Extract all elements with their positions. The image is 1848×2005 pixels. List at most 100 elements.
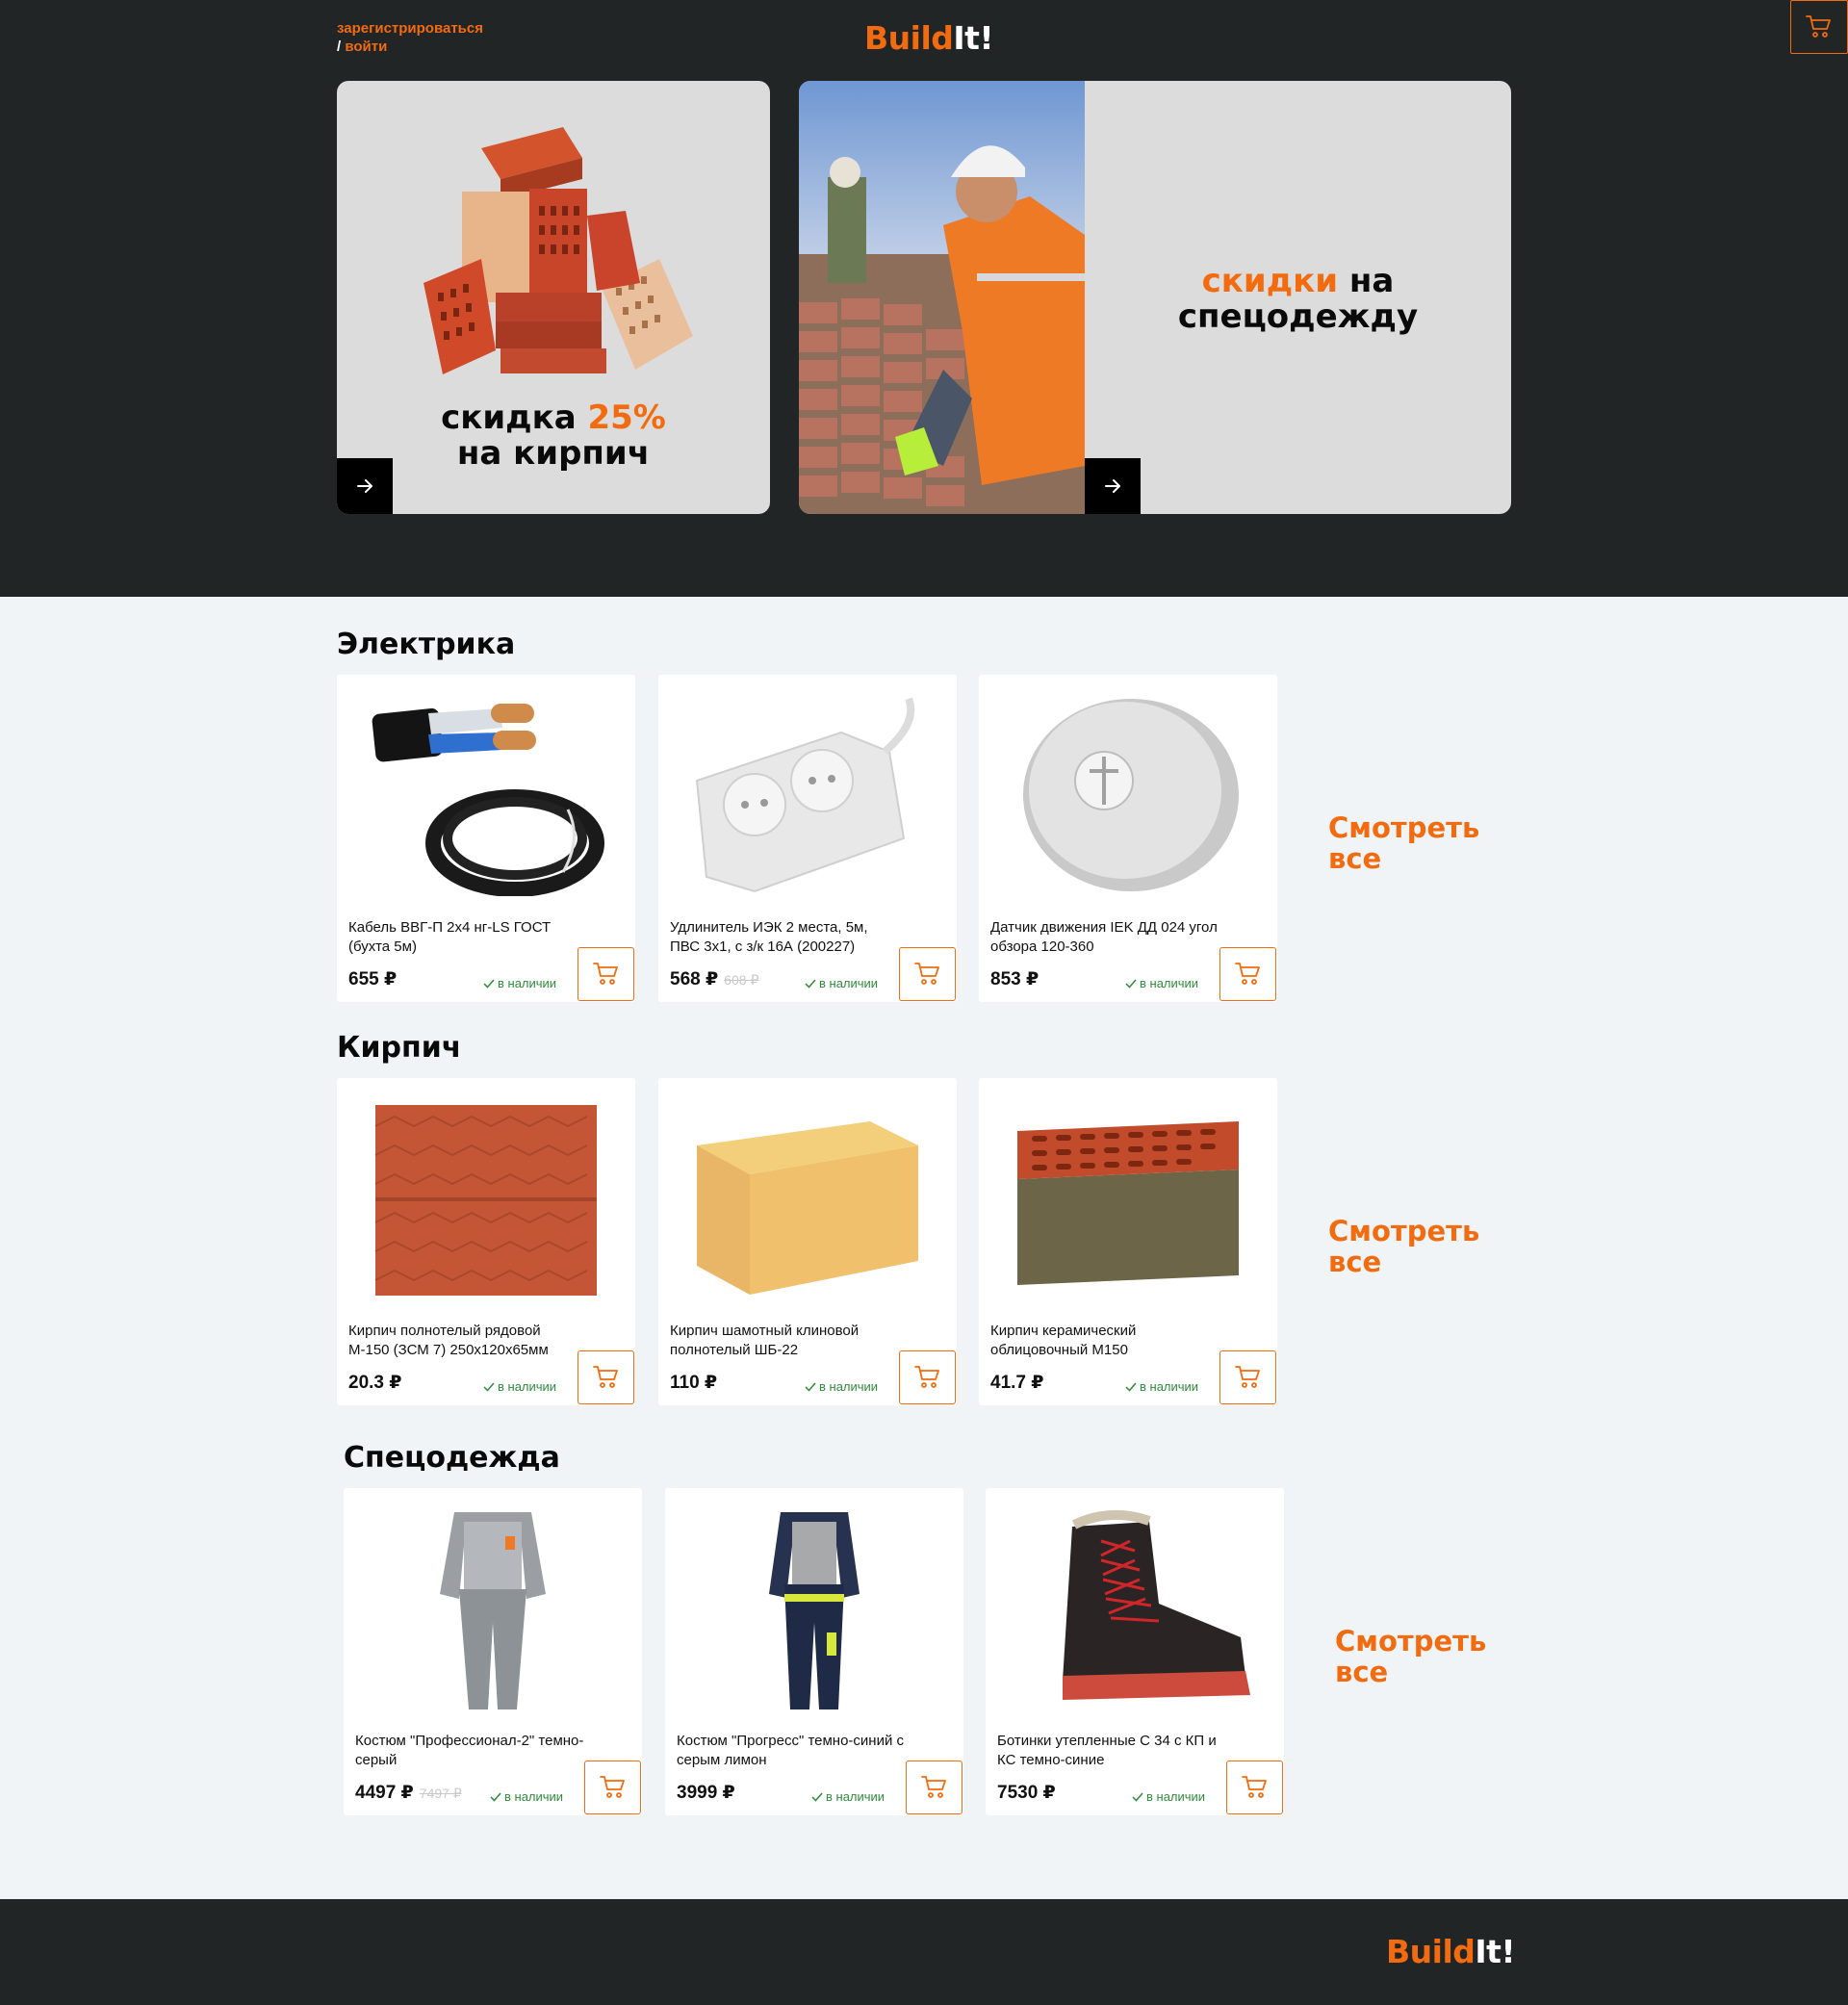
check-icon (805, 1382, 816, 1392)
check-icon (483, 1382, 495, 1392)
add-to-cart-button[interactable] (899, 1350, 956, 1404)
see-all-line1: Смотреть (1335, 1625, 1487, 1658)
stock-text: в наличии (1146, 1789, 1206, 1804)
add-to-cart-button[interactable] (584, 1761, 641, 1814)
arrow-right-icon (1105, 479, 1120, 493)
see-all-line2: все (1328, 842, 1382, 875)
add-to-cart-button[interactable] (899, 947, 956, 1001)
product-name[interactable]: Датчик движения IEK ДД 024 угол обзора 1… (990, 918, 1221, 957)
logo-part-it: It! (953, 19, 994, 57)
product-card[interactable]: Костюм "Прогресс" темно-синий с серым ли… (665, 1488, 963, 1815)
product-price: 20.3 ₽ (348, 1372, 401, 1394)
promo-banner-workwear[interactable]: скидки на спецодежду (799, 81, 1511, 514)
cart-icon (599, 1776, 625, 1798)
check-icon (811, 1792, 823, 1802)
banner1-discount: 25% (587, 398, 666, 437)
stock-text: в наличии (826, 1789, 886, 1804)
banner-bricks-arrow-button[interactable] (337, 458, 393, 514)
login-link[interactable]: войти (345, 38, 387, 56)
logo-part-build: Build (1386, 1933, 1476, 1970)
product-card[interactable]: Кирпич полнотелый рядовой М-150 (ЗСМ 7) … (337, 1078, 635, 1405)
add-to-cart-button[interactable] (906, 1761, 962, 1814)
cable-image (372, 704, 604, 896)
navy-suit-image (769, 1512, 860, 1709)
check-icon (490, 1792, 501, 1802)
check-icon (1132, 1792, 1143, 1802)
product-card[interactable]: Удлинитель ИЭК 2 места, 5м, ПВС 3х1, с з… (658, 675, 957, 1002)
header-cart-button[interactable] (1790, 0, 1848, 54)
product-name[interactable]: Кабель ВВГ-П 2х4 нг-LS ГОСТ (бухта 5м) (348, 918, 579, 957)
auth-links: зарегистрироваться / войти (337, 19, 483, 56)
see-all-line2: все (1328, 1246, 1382, 1278)
product-card[interactable]: Кирпич шамотный клиновой полнотелый ШБ-2… (658, 1078, 957, 1405)
extension-cord-image (695, 697, 915, 893)
see-all-line1: Смотреть (1328, 1215, 1480, 1247)
motion-sensor-image (1023, 699, 1239, 891)
price-value: 41.7 ₽ (990, 1373, 1044, 1393)
stock-text: в наличии (819, 1379, 879, 1394)
product-name[interactable]: Кирпич полнотелый рядовой М-150 (ЗСМ 7) … (348, 1322, 579, 1360)
section-title-electrical: Электрика (337, 628, 516, 661)
see-all-line1: Смотреть (1328, 811, 1480, 844)
section-title-workwear: Спецодежда (344, 1441, 560, 1475)
product-price: 4497 ₽ 7497 ₽ (355, 1782, 462, 1804)
stock-text: в наличии (498, 1379, 557, 1394)
price-value: 568 ₽ (670, 969, 719, 990)
see-all-electrical-link[interactable]: Смотреть все (1328, 812, 1482, 874)
stock-status: в наличии (811, 1789, 885, 1804)
product-name[interactable]: Костюм "Прогресс" темно-синий с серым ли… (677, 1732, 908, 1770)
stock-status: в наличии (805, 1379, 878, 1394)
cart-icon (913, 1366, 939, 1388)
stock-status: в наличии (1132, 1789, 1205, 1804)
price-value: 655 ₽ (348, 969, 398, 990)
register-link[interactable]: зарегистрироваться (337, 19, 483, 38)
logo[interactable]: BuildIt! (864, 19, 994, 57)
cart-icon (592, 963, 618, 985)
stock-status: в наличии (1125, 976, 1198, 990)
grey-suit-image (440, 1512, 546, 1709)
cart-icon (592, 1366, 618, 1388)
workers-photo (799, 81, 1085, 514)
product-name[interactable]: Кирпич шамотный клиновой полнотелый ШБ-2… (670, 1322, 901, 1360)
logo-part-build: Build (864, 19, 954, 57)
red-brick-image (374, 1105, 597, 1296)
bricks-pile-image (424, 127, 693, 374)
cart-icon (1234, 1366, 1260, 1388)
check-icon (483, 979, 495, 989)
winter-boots-image (1063, 1509, 1250, 1700)
banner2-accent: скидки (1201, 262, 1339, 300)
fireclay-brick-image (697, 1121, 918, 1295)
add-to-cart-button[interactable] (578, 1350, 634, 1404)
product-card[interactable]: Костюм "Профессионал-2" темно-серый 4497… (344, 1488, 642, 1815)
stock-status: в наличии (483, 1379, 556, 1394)
price-value: 853 ₽ (990, 969, 1040, 990)
product-name[interactable]: Ботинки утепленные С 34 с КП и КС темно-… (997, 1732, 1228, 1770)
product-name[interactable]: Костюм "Профессионал-2" темно-серый (355, 1732, 586, 1770)
stock-text: в наличии (1140, 1379, 1199, 1394)
price-value: 110 ₽ (670, 1373, 718, 1393)
banner-title-workwear: скидки на спецодежду (1085, 264, 1511, 335)
add-to-cart-button[interactable] (578, 947, 634, 1001)
product-price: 110 ₽ (670, 1372, 717, 1394)
facing-brick-image (1017, 1121, 1239, 1285)
product-price: 7530 ₽ (997, 1782, 1056, 1804)
product-name[interactable]: Кирпич керамический облицовочный М150 (990, 1322, 1221, 1360)
product-price: 655 ₽ (348, 968, 397, 990)
banner-workwear-arrow-button[interactable] (1085, 458, 1141, 514)
product-card[interactable]: Ботинки утепленные С 34 с КП и КС темно-… (986, 1488, 1284, 1815)
product-card[interactable]: Датчик движения IEK ДД 024 угол обзора 1… (979, 675, 1277, 1002)
add-to-cart-button[interactable] (1219, 1350, 1276, 1404)
see-all-line2: все (1335, 1656, 1389, 1688)
product-card[interactable]: Кирпич керамический облицовочный М150 41… (979, 1078, 1277, 1405)
footer-logo[interactable]: BuildIt! (1386, 1933, 1516, 1970)
promo-banner-bricks[interactable]: скидка 25% на кирпич (337, 81, 770, 514)
product-name[interactable]: Удлинитель ИЭК 2 места, 5м, ПВС 3х1, с з… (670, 918, 901, 957)
add-to-cart-button[interactable] (1219, 947, 1276, 1001)
check-icon (1125, 1382, 1137, 1392)
stock-status: в наличии (1125, 1379, 1198, 1394)
add-to-cart-button[interactable] (1226, 1761, 1283, 1814)
see-all-bricks-link[interactable]: Смотреть все (1328, 1216, 1482, 1277)
product-card[interactable]: Кабель ВВГ-П 2х4 нг-LS ГОСТ (бухта 5м) 6… (337, 675, 635, 1002)
see-all-workwear-link[interactable]: Смотреть все (1335, 1626, 1489, 1687)
header-hero: зарегистрироваться / войти BuildIt! скид… (0, 0, 1848, 597)
